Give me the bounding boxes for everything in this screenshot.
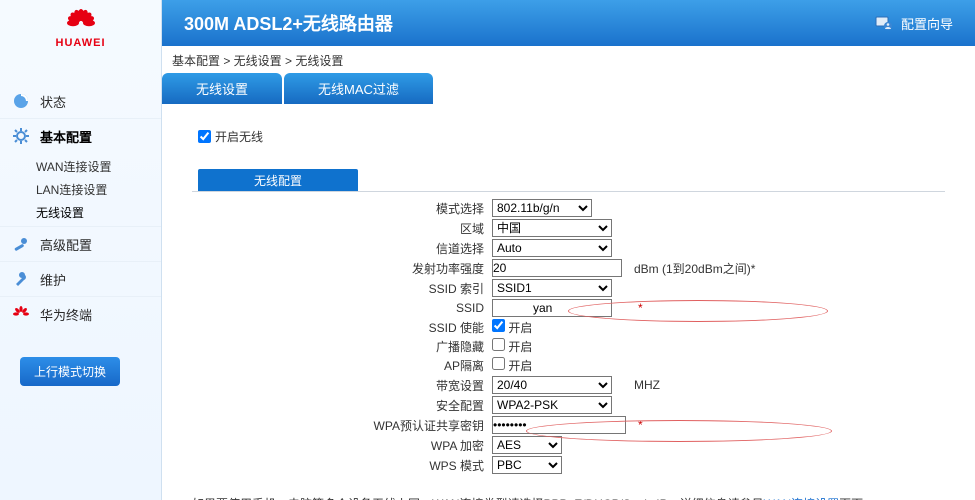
channel-select[interactable]: Auto: [492, 239, 612, 257]
nav-basic[interactable]: 基本配置: [0, 118, 161, 153]
lbl-enc: WPA 加密: [198, 435, 488, 455]
tab-macfilter[interactable]: 无线MAC过滤: [284, 73, 433, 104]
section-title: 无线配置: [198, 169, 358, 192]
wrench-gear-icon: [10, 233, 32, 255]
ssid-enable-cb-label: 开启: [508, 321, 532, 335]
lbl-hide: 广播隐藏: [198, 337, 488, 356]
encryption-select[interactable]: AES: [492, 436, 562, 454]
nav-hwterm[interactable]: 华为终端: [0, 296, 161, 331]
config-table: 模式选择 802.11b/g/n 区域 中国 信道选择 Auto 发射功率强度 …: [198, 198, 759, 475]
ssid-input[interactable]: [492, 299, 612, 317]
ssid-required-star: *: [638, 301, 643, 315]
sidebar-nav: 状态 基本配置 WAN连接设置 LAN连接设置 无线设置 高级配置: [0, 84, 161, 331]
bandwidth-unit: MHZ: [630, 375, 759, 395]
lbl-sec: 安全配置: [198, 395, 488, 415]
ap-isolation-cb-label: 开启: [508, 359, 532, 373]
lbl-wps: WPS 模式: [198, 455, 488, 475]
page-title: 300M ADSL2+无线路由器: [184, 10, 393, 36]
broadcast-hide-checkbox[interactable]: [492, 338, 505, 351]
content: 开启无线 无线配置 模式选择 802.11b/g/n 区域 中国 信道选择 Au…: [162, 104, 975, 485]
huawei-flower-icon: [58, 9, 104, 37]
nav-advanced-label: 高级配置: [40, 235, 92, 254]
gear-icon: [10, 125, 32, 147]
txpower-hint: dBm (1到20dBm之间)*: [630, 258, 759, 278]
security-select[interactable]: WPA2-PSK: [492, 396, 612, 414]
ssid-enable-checkbox[interactable]: [492, 319, 505, 332]
psk-input[interactable]: [492, 416, 626, 434]
ssididx-select[interactable]: SSID1: [492, 279, 612, 297]
broadcast-hide-cb-label: 开启: [508, 340, 532, 354]
lbl-txpower: 发射功率强度: [198, 258, 488, 278]
lbl-ssiden: SSID 使能: [198, 318, 488, 337]
lbl-apiso: AP隔离: [198, 356, 488, 375]
brand-name: HUAWEI: [56, 37, 106, 49]
nav-maint[interactable]: 维护: [0, 261, 161, 296]
uplink-mode-button[interactable]: 上行模式切换: [20, 357, 120, 386]
nav-advanced[interactable]: 高级配置: [0, 226, 161, 261]
tabs: 无线设置 无线MAC过滤: [162, 73, 975, 104]
lbl-ssididx: SSID 索引: [198, 278, 488, 298]
nav-hwterm-label: 华为终端: [40, 305, 92, 324]
region-select[interactable]: 中国: [492, 219, 612, 237]
wizard-label: 配置向导: [901, 14, 953, 33]
footer-note: 如果要使用手机、电脑等多个设备无线上网，WAN连接类型请选择PPPoE/DHCP…: [192, 495, 975, 500]
lbl-region: 区域: [198, 218, 488, 238]
psk-required-star: *: [638, 418, 643, 432]
nav-status-label: 状态: [40, 92, 66, 111]
enable-wireless-label: 开启无线: [215, 128, 263, 145]
wps-select[interactable]: PBC: [492, 456, 562, 474]
sidebar: HUAWEI 状态 基本配置 WAN连接设置 LAN连接设置 无线设置: [0, 0, 162, 500]
breadcrumb: 基本配置 > 无线设置 > 无线设置: [162, 46, 975, 69]
wizard-link[interactable]: 配置向导: [873, 12, 953, 34]
nav-maint-label: 维护: [40, 270, 66, 289]
status-icon: [10, 90, 32, 112]
sub-lan[interactable]: LAN连接设置: [36, 178, 161, 201]
nav-status[interactable]: 状态: [0, 84, 161, 118]
mode-select[interactable]: 802.11b/g/n: [492, 199, 592, 217]
brand-logo: HUAWEI: [0, 0, 161, 54]
wrench-icon: [10, 268, 32, 290]
sub-wan[interactable]: WAN连接设置: [36, 155, 161, 178]
lbl-channel: 信道选择: [198, 238, 488, 258]
tab-wireless[interactable]: 无线设置: [162, 73, 282, 104]
wizard-icon: [873, 12, 895, 34]
main: 300M ADSL2+无线路由器 配置向导 基本配置 > 无线设置 > 无线设置…: [162, 0, 975, 500]
ap-isolation-checkbox[interactable]: [492, 357, 505, 370]
lbl-ssid: SSID: [198, 298, 488, 318]
nav-basic-sublist: WAN连接设置 LAN连接设置 无线设置: [0, 153, 161, 226]
huawei-small-icon: [10, 303, 32, 325]
bandwidth-select[interactable]: 20/40: [492, 376, 612, 394]
enable-wireless-checkbox[interactable]: [198, 130, 211, 143]
txpower-input[interactable]: [492, 259, 622, 277]
header: 300M ADSL2+无线路由器 配置向导: [162, 0, 975, 46]
lbl-psk: WPA预认证共享密钥: [198, 415, 488, 435]
nav-basic-label: 基本配置: [40, 127, 92, 146]
lbl-mode: 模式选择: [198, 198, 488, 218]
lbl-bw: 带宽设置: [198, 375, 488, 395]
sub-wlan[interactable]: 无线设置: [36, 201, 161, 224]
